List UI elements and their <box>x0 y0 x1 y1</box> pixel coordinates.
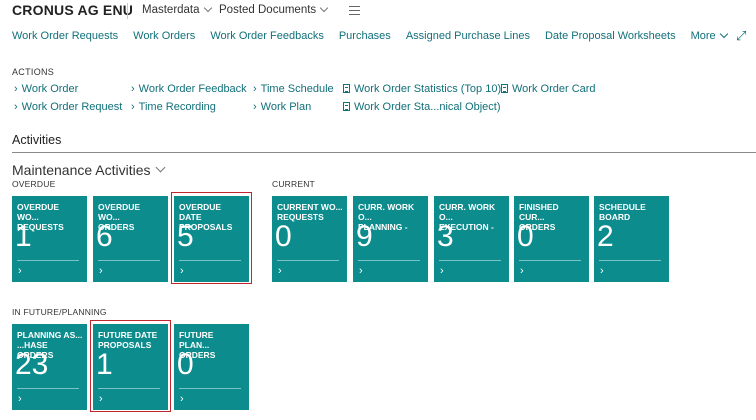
tile-divider <box>519 260 581 261</box>
chevron-right-icon: › <box>18 393 22 405</box>
highlight-box <box>90 320 171 412</box>
tile-planning-assigned-purchase-orders[interactable]: PLANNING AS... ...HASE ORDERS 23 › <box>12 324 87 410</box>
action-label: Work Order Sta...nical Object) <box>354 101 501 113</box>
tile-value: 2 <box>597 220 614 253</box>
tile-value: 23 <box>15 348 49 381</box>
report-icon <box>343 84 350 93</box>
tile-divider <box>17 388 79 389</box>
nav-work-orders[interactable]: Work Orders <box>133 30 195 42</box>
chevron-right-icon: › <box>253 101 257 113</box>
maintenance-activities-title: Maintenance Activities <box>12 162 151 178</box>
tile-curr-work-orders-execution[interactable]: CURR. WORK O... EXECUTION - 3 › <box>434 196 509 282</box>
action-label: Work Order <box>21 83 79 95</box>
action-work-order-request[interactable]: › Work Order Request <box>14 101 122 113</box>
hamburger-menu-icon[interactable] <box>349 6 360 18</box>
nav-assigned-purchase-lines[interactable]: Assigned Purchase Lines <box>406 30 530 42</box>
actions-heading: ACTIONS <box>12 67 55 77</box>
maintenance-activities-header[interactable]: Maintenance Activities <box>12 162 165 178</box>
chevron-right-icon: › <box>278 265 282 277</box>
menu-masterdata[interactable]: Masterdata <box>142 3 212 16</box>
chevron-right-icon: › <box>253 83 257 95</box>
tile-overdue-wo-requests[interactable]: OVERDUE WO... REQUESTS 1 › <box>12 196 87 282</box>
highlight-box <box>171 192 252 284</box>
tile-future-planned-orders[interactable]: FUTURE PLAN... ORDERS 0 › <box>174 324 249 410</box>
group-label-future: IN FUTURE/PLANNING <box>12 307 107 317</box>
chevron-right-icon: › <box>99 265 103 277</box>
tile-divider <box>179 388 241 389</box>
tile-title: SCHEDULE BOARD <box>599 202 646 222</box>
tile-value: 9 <box>356 220 373 253</box>
action-work-order-statistics[interactable]: Work Order Statistics (Top 10) <box>343 83 501 95</box>
chevron-right-icon: › <box>600 265 604 277</box>
chevron-right-icon: › <box>131 83 135 95</box>
divider <box>12 152 756 153</box>
tile-current-wo-requests[interactable]: CURRENT WO... REQUESTS 0 › <box>272 196 347 282</box>
action-work-order-statistics-technical-object[interactable]: Work Order Sta...nical Object) <box>343 101 501 113</box>
chevron-right-icon: › <box>180 393 184 405</box>
tile-divider <box>599 260 661 261</box>
tile-value: 0 <box>275 220 292 253</box>
action-time-recording[interactable]: › Time Recording <box>131 101 216 113</box>
action-label: Time Schedule <box>260 83 334 95</box>
action-time-schedule[interactable]: › Time Schedule <box>253 83 334 95</box>
tile-overdue-wo-orders[interactable]: OVERDUE WO... ORDERS 6 › <box>93 196 168 282</box>
chevron-right-icon: › <box>440 265 444 277</box>
tile-divider <box>358 260 420 261</box>
chevron-down-icon <box>319 3 329 13</box>
chevron-right-icon: › <box>14 83 18 95</box>
chevron-right-icon: › <box>520 265 524 277</box>
nav-more-label: More <box>690 30 716 42</box>
tile-divider <box>17 260 79 261</box>
chevron-right-icon: › <box>131 101 135 113</box>
tile-value: 3 <box>437 220 454 253</box>
tile-schedule-board[interactable]: SCHEDULE BOARD 2 › <box>594 196 669 282</box>
menu-masterdata-label: Masterdata <box>142 4 200 16</box>
company-name[interactable]: CRONUS AG ENU <box>12 2 133 18</box>
activities-heading: Activities <box>12 133 62 147</box>
action-label: Work Plan <box>260 101 312 113</box>
tile-divider <box>439 260 501 261</box>
action-work-order[interactable]: › Work Order <box>14 83 78 95</box>
nav-date-proposal-worksheets[interactable]: Date Proposal Worksheets <box>545 30 676 42</box>
action-work-plan[interactable]: › Work Plan <box>253 101 311 113</box>
report-icon <box>343 102 350 111</box>
chevron-right-icon: › <box>359 265 363 277</box>
action-work-order-card[interactable]: Work Order Card <box>501 83 596 95</box>
expand-icon[interactable]: ⤢ <box>736 28 746 44</box>
menu-posted-documents[interactable]: Posted Documents <box>219 3 329 16</box>
header-divider <box>127 3 128 19</box>
tile-divider <box>277 260 339 261</box>
action-work-order-feedback[interactable]: › Work Order Feedback <box>131 83 247 95</box>
nav-purchases[interactable]: Purchases <box>339 30 391 42</box>
nav-more[interactable]: More <box>690 29 742 42</box>
tile-value: 0 <box>517 220 534 253</box>
tile-divider <box>98 260 160 261</box>
tile-title: CURRENT WO... REQUESTS <box>277 202 343 222</box>
group-label-overdue: OVERDUE <box>12 179 56 189</box>
chevron-down-icon <box>203 3 212 13</box>
action-label: Work Order Feedback <box>138 83 247 95</box>
action-label: Work Order Statistics (Top 10) <box>354 83 502 95</box>
navigation-bar: Work Order Requests Work Orders Work Ord… <box>12 29 756 42</box>
action-label: Time Recording <box>138 101 216 113</box>
nav-work-order-feedbacks[interactable]: Work Order Feedbacks <box>210 30 324 42</box>
chevron-right-icon: › <box>18 265 22 277</box>
action-label: Work Order Card <box>512 83 596 95</box>
chevron-down-icon <box>719 29 728 39</box>
tile-curr-work-orders-planning[interactable]: CURR. WORK O... PLANNING - 9 › <box>353 196 428 282</box>
action-label: Work Order Request <box>21 101 123 113</box>
tile-value: 6 <box>96 220 113 253</box>
nav-work-order-requests[interactable]: Work Order Requests <box>12 30 118 42</box>
menu-posted-documents-label: Posted Documents <box>219 4 317 16</box>
tile-finished-current-orders[interactable]: FINISHED CUR... ORDERS 0 › <box>514 196 589 282</box>
tile-value: 0 <box>177 348 194 381</box>
tile-value: 1 <box>15 220 32 253</box>
report-icon <box>501 84 508 93</box>
chevron-down-icon <box>155 162 165 173</box>
group-label-current: CURRENT <box>272 179 315 189</box>
chevron-right-icon: › <box>14 101 18 113</box>
